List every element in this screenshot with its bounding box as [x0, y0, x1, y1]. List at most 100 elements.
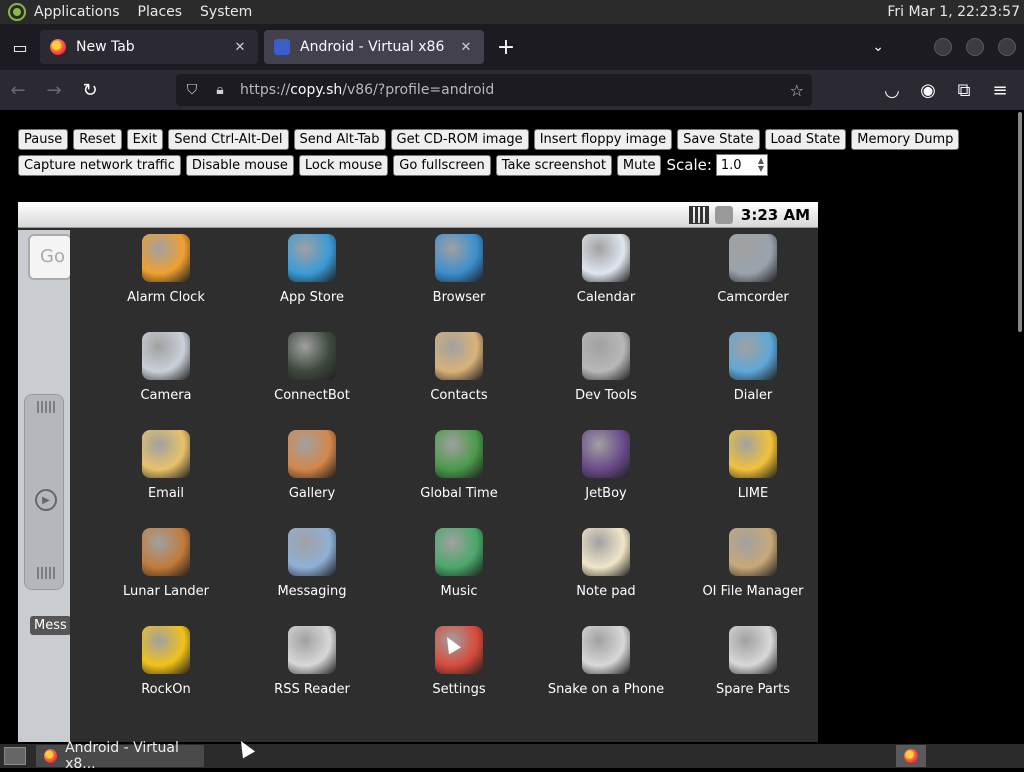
insert-floppy-image-button[interactable]: Insert floppy image — [533, 128, 673, 150]
app-app-store[interactable]: App Store — [242, 234, 382, 324]
capture-network-traffic-button[interactable]: Capture network traffic — [18, 154, 181, 176]
google-search-widget[interactable]: Go — [28, 234, 72, 280]
go-fullscreen-button[interactable]: Go fullscreen — [393, 154, 491, 176]
app-spare-parts[interactable]: Spare Parts — [683, 626, 818, 716]
url-text: https://copy.sh/v86/?profile=android — [240, 82, 495, 98]
app-jetboy[interactable]: JetBoy — [536, 430, 676, 520]
app-label: Camcorder — [717, 290, 789, 305]
reload-icon[interactable]: ↻ — [72, 74, 108, 106]
menu-applications[interactable]: Applications — [34, 4, 120, 20]
disable-mouse-button[interactable]: Disable mouse — [185, 154, 294, 176]
gallery-icon — [288, 430, 336, 478]
pocket-icon[interactable]: ◡ — [874, 74, 910, 106]
app-rockon[interactable]: RockOn — [96, 626, 236, 716]
app-camcorder[interactable]: Camcorder — [683, 234, 818, 324]
maximize-icon[interactable] — [966, 38, 984, 56]
forward-icon[interactable]: → — [36, 74, 72, 106]
workspace-switcher[interactable] — [896, 745, 926, 767]
tab-title: New Tab — [76, 39, 135, 55]
scale-value: 1.0 — [720, 157, 742, 173]
tracking-shield-icon[interactable]: ⛉ — [180, 82, 204, 98]
url-bar[interactable]: ⛉ 🔒︎ https://copy.sh/v86/?profile=androi… — [176, 74, 812, 106]
menu-places[interactable]: Places — [138, 4, 183, 20]
app-label: JetBoy — [585, 486, 627, 501]
scale-spinner-icon[interactable]: ▲ ▼ — [755, 157, 767, 173]
app-oi-file-manager[interactable]: OI File Manager — [683, 528, 818, 618]
app-settings[interactable]: Settings — [389, 626, 529, 716]
camcorder-icon — [729, 234, 777, 282]
get-cdrom-image-button[interactable]: Get CD-ROM image — [390, 128, 529, 150]
lock-icon[interactable]: 🔒︎ — [208, 82, 232, 98]
reset-button[interactable]: Reset — [73, 128, 122, 150]
distro-logo-icon[interactable] — [8, 3, 26, 21]
app-alarm-clock[interactable]: Alarm Clock — [96, 234, 236, 324]
menu-hamburger-icon[interactable]: ≡ — [982, 74, 1018, 106]
app-global-time[interactable]: Global Time — [389, 430, 529, 520]
pause-button[interactable]: Pause — [18, 128, 69, 150]
exit-button[interactable]: Exit — [126, 128, 164, 150]
app-email[interactable]: Email — [96, 430, 236, 520]
app-label: RockOn — [141, 682, 191, 697]
app-browser[interactable]: Browser — [389, 234, 529, 324]
app-contacts[interactable]: Contacts — [389, 332, 529, 422]
taskbar-window-item[interactable]: Android - Virtual x8... — [36, 740, 204, 772]
close-window-icon[interactable] — [998, 38, 1016, 56]
tab-android-virtual-x86[interactable]: Android - Virtual x86 ✕ — [264, 30, 484, 64]
back-icon[interactable]: ← — [0, 74, 36, 106]
app-dialer[interactable]: Dialer — [683, 332, 818, 422]
save-state-button[interactable]: Save State — [677, 128, 760, 150]
send-ctrl-alt-del-button[interactable]: Send Ctrl-Alt-Del — [168, 128, 289, 150]
controls-row-2: Capture network traffic Disable mouse Lo… — [18, 154, 918, 176]
page-scrollbar[interactable] — [1018, 112, 1022, 332]
minimize-icon[interactable] — [934, 38, 952, 56]
extensions-icon[interactable]: ⧉ — [946, 74, 982, 106]
lock-mouse-button[interactable]: Lock mouse — [298, 154, 389, 176]
play-icon[interactable]: ▶ — [35, 489, 57, 511]
app-gallery[interactable]: Gallery — [242, 430, 382, 520]
close-tab-icon[interactable]: ✕ — [232, 40, 248, 55]
camera-icon — [142, 332, 190, 380]
list-all-tabs-icon[interactable]: ⌄ — [872, 39, 884, 55]
new-tab-button[interactable]: + — [490, 31, 522, 63]
messaging-shortcut-label[interactable]: Mess — [30, 616, 71, 635]
app-label: Email — [147, 486, 185, 501]
nav-toolbar: ← → ↻ ⛉ 🔒︎ https://copy.sh/v86/?profile=… — [0, 70, 1024, 110]
music-icon — [435, 528, 483, 576]
load-state-button[interactable]: Load State — [764, 128, 847, 150]
app-calendar[interactable]: Calendar — [536, 234, 676, 324]
app-rss-reader[interactable]: RSS Reader — [242, 626, 382, 716]
app-note-pad[interactable]: Note pad — [536, 528, 676, 618]
app-messaging[interactable]: Messaging — [242, 528, 382, 618]
tab-new-tab[interactable]: New Tab ✕ — [40, 30, 258, 64]
scale-label: Scale: — [666, 156, 712, 174]
app-snake-on-a-phone[interactable]: Snake on a Phone — [536, 626, 676, 716]
app-label: Contacts — [430, 388, 488, 403]
dialer-icon — [729, 332, 777, 380]
app-lunar-lander[interactable]: Lunar Lander — [96, 528, 236, 618]
window-controls — [934, 38, 1016, 56]
app-camera[interactable]: Camera — [96, 332, 236, 422]
memory-dump-button[interactable]: Memory Dump — [851, 128, 960, 150]
show-desktop-icon[interactable] — [4, 747, 26, 765]
bookmark-star-icon[interactable]: ☆ — [790, 81, 804, 100]
firefox-view-icon[interactable]: ▭ — [0, 24, 40, 70]
menu-system[interactable]: System — [200, 4, 252, 20]
send-alt-tab-button[interactable]: Send Alt-Tab — [293, 128, 386, 150]
emulator-screen[interactable]: 3:23 AM Go ▶ Mess Alarm Clock App Store Br… — [18, 202, 818, 742]
app-dev-tools[interactable]: Dev Tools — [536, 332, 676, 422]
app-connectbot[interactable]: ConnectBot — [242, 332, 382, 422]
app-drawer-handle[interactable]: ▶ — [24, 394, 64, 590]
mute-button[interactable]: Mute — [616, 154, 662, 176]
close-tab-icon[interactable]: ✕ — [458, 40, 474, 55]
take-screenshot-button[interactable]: Take screenshot — [495, 154, 612, 176]
controls-row-1: Pause Reset Exit Send Ctrl-Alt-Del Send … — [18, 128, 960, 150]
spare-parts-icon — [729, 626, 777, 674]
panel-clock[interactable]: Fri Mar 1, 22:23:57 — [887, 4, 1020, 20]
email-icon — [142, 430, 190, 478]
app-lime[interactable]: LIME — [683, 430, 818, 520]
app-label: Browser — [432, 290, 486, 305]
account-icon[interactable]: ◉ — [910, 74, 946, 106]
app-music[interactable]: Music — [389, 528, 529, 618]
app-label: Dialer — [733, 388, 773, 403]
scale-input[interactable]: 1.0 ▲ ▼ — [715, 154, 768, 176]
